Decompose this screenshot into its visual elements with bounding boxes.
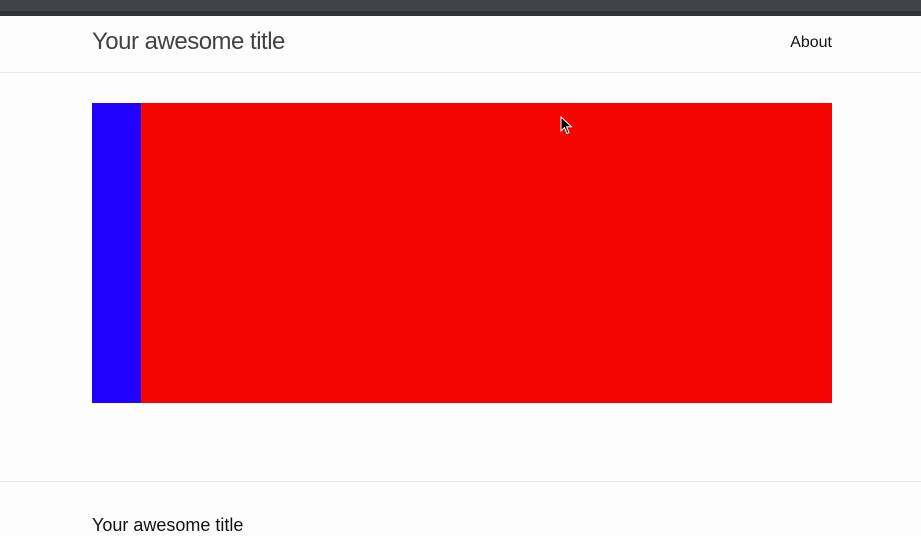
site-header: Your awesome title About bbox=[0, 16, 921, 73]
site-footer: Your awesome title bbox=[0, 481, 921, 535]
footer-heading: Your awesome title bbox=[92, 515, 244, 535]
nav-link-about[interactable]: About bbox=[790, 34, 832, 52]
mouse-cursor-icon bbox=[560, 116, 573, 135]
browser-top-bar bbox=[0, 0, 921, 16]
site-title-link[interactable]: Your awesome title bbox=[92, 28, 285, 56]
blue-side-bar bbox=[92, 103, 141, 403]
red-content-block bbox=[92, 103, 832, 403]
